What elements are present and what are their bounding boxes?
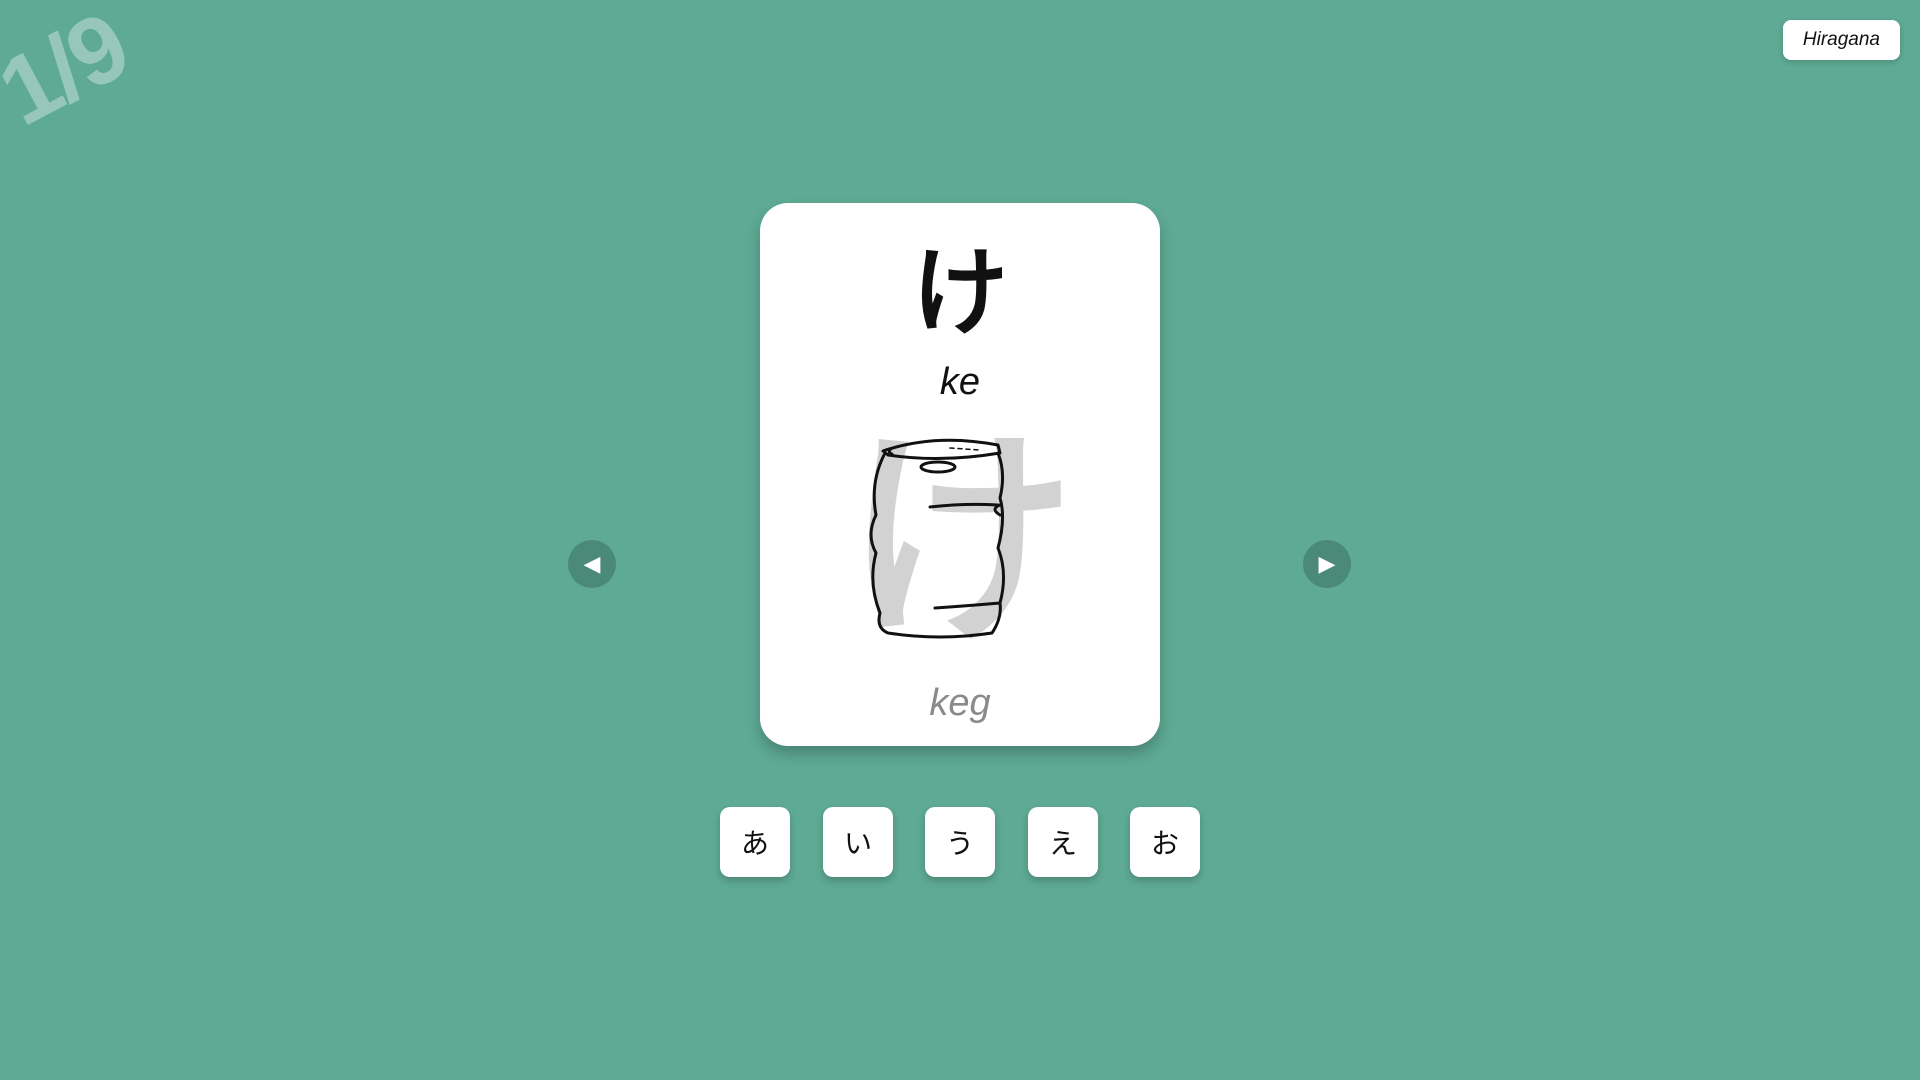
right-arrow-icon: ▶	[1318, 551, 1336, 577]
left-arrow-icon: ◀	[583, 551, 601, 577]
romaji-reading: ke	[939, 361, 981, 403]
previous-card-button[interactable]: ◀	[568, 540, 616, 588]
vowel-button-e[interactable]: え	[1028, 807, 1098, 877]
vowel-button-i[interactable]: い	[823, 807, 893, 877]
mnemonic-illustration: け	[840, 413, 1080, 673]
mnemonic-word: keg	[929, 682, 991, 724]
script-mode-button[interactable]: Hiragana	[1782, 20, 1900, 60]
vowel-button-o[interactable]: お	[1130, 807, 1200, 877]
vowel-button-u[interactable]: う	[925, 807, 995, 877]
kana-character: け	[912, 237, 1008, 349]
vowel-button-a[interactable]: あ	[720, 807, 790, 877]
flashcard: け ke け keg	[760, 203, 1160, 746]
vowel-selector: あ い う え お	[720, 807, 1200, 877]
keg-icon	[869, 438, 1005, 639]
progress-counter: 1/9	[0, 0, 145, 147]
next-card-button[interactable]: ▶	[1303, 540, 1351, 588]
